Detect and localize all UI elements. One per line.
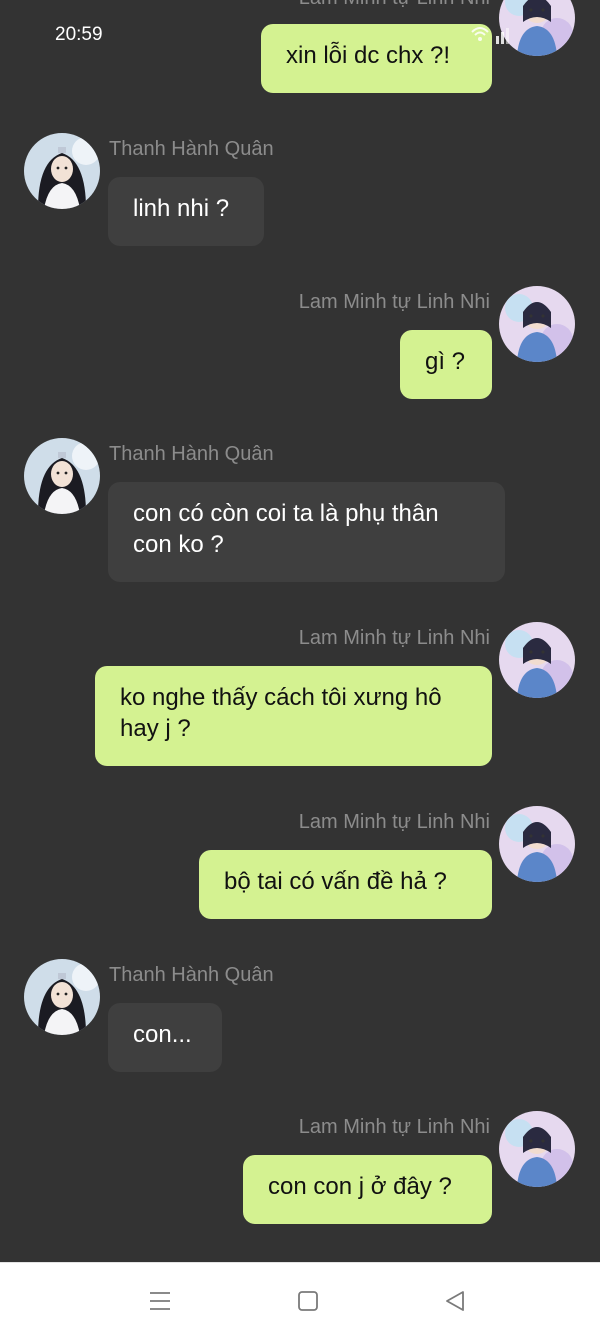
- menu-icon[interactable]: [147, 1288, 173, 1314]
- chat-area[interactable]: Lam Minh tự Linh Nhi xin lỗi dc chx ?! T…: [0, 0, 600, 1262]
- avatar-other-image: [24, 438, 100, 514]
- avatar-other-image: [24, 133, 100, 209]
- avatar-self-image: [499, 1111, 575, 1187]
- home-icon[interactable]: [295, 1288, 321, 1314]
- sender-name: Lam Minh tự Linh Nhi: [299, 0, 490, 10]
- avatar-self[interactable]: [499, 806, 575, 882]
- avatar-other-image: [24, 959, 100, 1035]
- message-bubble-out[interactable]: bộ tai có vấn đề hả ?: [199, 850, 492, 919]
- message-text: xin lỗi dc chx ?!: [286, 42, 451, 69]
- message-text: con con j ở đây ?: [268, 1173, 452, 1200]
- avatar-self[interactable]: [499, 1111, 575, 1187]
- message-bubble-out[interactable]: gì ?: [400, 330, 492, 399]
- message-text: ko nghe thấy cách tôi xưng hô hay j ?: [120, 684, 442, 742]
- avatar-self[interactable]: [499, 622, 575, 698]
- message-text: linh nhi ?: [133, 195, 230, 222]
- message-bubble-out[interactable]: xin lỗi dc chx ?!: [261, 24, 492, 93]
- avatar-other[interactable]: [24, 438, 100, 514]
- sender-name: Thanh Hành Quân: [109, 443, 274, 465]
- sender-name: Lam Minh tự Linh Nhi: [298, 1116, 490, 1138]
- message-text: gì ?: [425, 348, 466, 375]
- message-bubble-in[interactable]: con...: [108, 1003, 222, 1072]
- message-bubble-in[interactable]: con có còn coi ta là phụ thân con ko ?: [108, 482, 505, 582]
- navigation-bar: [0, 1262, 600, 1338]
- avatar-other[interactable]: [24, 133, 100, 209]
- avatar-other[interactable]: [24, 959, 100, 1035]
- message-text: bộ tai có vấn đề hả ?: [224, 868, 447, 895]
- wifi-signal-icon: [471, 27, 509, 44]
- message-text: con có còn coi ta là phụ thân con ko ?: [133, 500, 439, 558]
- avatar-self-image: [499, 622, 575, 698]
- sender-name: Thanh Hành Quân: [109, 138, 274, 160]
- message-bubble-out[interactable]: ko nghe thấy cách tôi xưng hô hay j ?: [95, 666, 492, 766]
- avatar-self-image: [499, 806, 575, 882]
- status-icons: [470, 22, 530, 46]
- avatar-self[interactable]: [499, 286, 575, 362]
- message-bubble-out[interactable]: con con j ở đây ?: [243, 1155, 492, 1224]
- message-bubble-in[interactable]: linh nhi ?: [108, 177, 264, 246]
- sender-name: Lam Minh tự Linh Nhi: [298, 291, 490, 313]
- message-text: con...: [133, 1021, 192, 1048]
- sender-name: Thanh Hành Quân: [109, 964, 274, 986]
- sender-name: Lam Minh tự Linh Nhi: [298, 811, 490, 833]
- sender-name: Lam Minh tự Linh Nhi: [298, 627, 490, 649]
- back-icon[interactable]: [442, 1288, 468, 1314]
- avatar-self-image: [499, 286, 575, 362]
- status-time: 20:59: [55, 24, 103, 45]
